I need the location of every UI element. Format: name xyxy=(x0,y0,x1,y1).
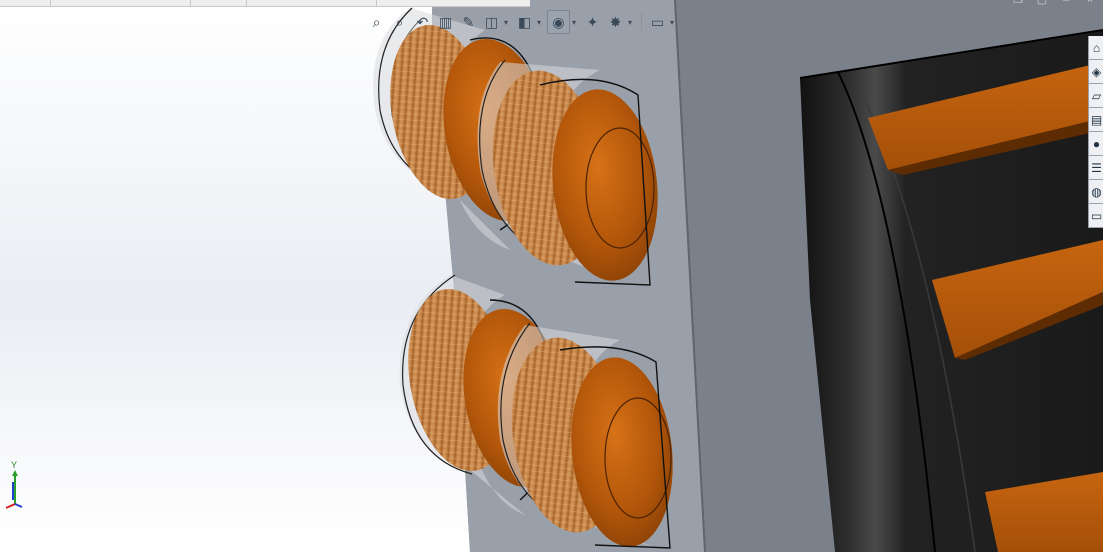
header-cell xyxy=(246,0,377,6)
zoom-to-fit-icon[interactable]: ⌕ xyxy=(366,11,387,33)
toolbar-separator xyxy=(641,13,642,31)
minimize-icon[interactable]: – xyxy=(1059,0,1073,6)
task-pane-tabs: ⌂ ◈ ▱ ▤ ● ☰ ◍ ▭ xyxy=(1088,36,1103,228)
graphics-viewport[interactable]: ❐ ▢ – × ⌕ ⌕ ↶ ▥ ✎ ◫ ▾ ◧ ▾ ◉ ▾ ✦ ✸ ▾ ▭ ▾ … xyxy=(0,0,1103,552)
file-explorer-icon[interactable]: ▱ xyxy=(1089,84,1103,108)
chevron-down-icon[interactable]: ▾ xyxy=(628,11,636,33)
hide-show-items-icon[interactable]: ◉ xyxy=(547,10,570,34)
graphics-tab-icon[interactable]: ▭ xyxy=(1089,204,1103,228)
view-settings-icon[interactable]: ▭ xyxy=(647,11,668,33)
chevron-down-icon[interactable]: ▾ xyxy=(670,11,678,33)
z-axis-icon xyxy=(14,503,23,508)
solidworks-resources-icon[interactable]: ⌂ xyxy=(1089,36,1103,60)
view-orientation-icon[interactable]: ◫ xyxy=(481,11,502,33)
display-style-icon[interactable]: ◧ xyxy=(514,11,535,33)
zoom-to-area-icon[interactable]: ⌕ xyxy=(389,11,410,33)
chevron-down-icon[interactable]: ▾ xyxy=(572,11,580,33)
feature-tree-header xyxy=(0,0,530,7)
edit-appearance-icon[interactable]: ✦ xyxy=(582,11,603,33)
x-axis-icon xyxy=(5,503,16,509)
reference-triad: Y xyxy=(2,458,28,514)
triad-y-label: Y xyxy=(11,460,17,470)
custom-properties-icon[interactable]: ☰ xyxy=(1089,156,1103,180)
chevron-down-icon[interactable]: ▾ xyxy=(537,11,545,33)
view-palette-icon[interactable]: ▤ xyxy=(1089,108,1103,132)
window-controls: ❐ ▢ – × xyxy=(1011,0,1097,6)
design-library-icon[interactable]: ◈ xyxy=(1089,60,1103,84)
tile-icon[interactable]: ▢ xyxy=(1035,0,1049,6)
header-cell xyxy=(50,0,191,6)
header-cell xyxy=(0,0,51,6)
chevron-down-icon[interactable]: ▾ xyxy=(504,11,512,33)
heads-up-view-toolbar: ⌕ ⌕ ↶ ▥ ✎ ◫ ▾ ◧ ▾ ◉ ▾ ✦ ✸ ▾ ▭ ▾ xyxy=(366,9,678,35)
section-view-icon[interactable]: ▥ xyxy=(435,11,456,33)
previous-view-icon[interactable]: ↶ xyxy=(412,11,433,33)
apply-scene-icon[interactable]: ✸ xyxy=(605,11,626,33)
solidworks-forum-icon[interactable]: ◍ xyxy=(1089,180,1103,204)
appearances-scenes-icon[interactable]: ● xyxy=(1089,132,1103,156)
restore-icon[interactable]: ❐ xyxy=(1011,0,1025,6)
header-cell xyxy=(190,0,247,6)
close-icon[interactable]: × xyxy=(1083,0,1097,6)
model-graphics[interactable] xyxy=(0,0,1103,552)
dynamic-annotation-icon[interactable]: ✎ xyxy=(458,11,479,33)
